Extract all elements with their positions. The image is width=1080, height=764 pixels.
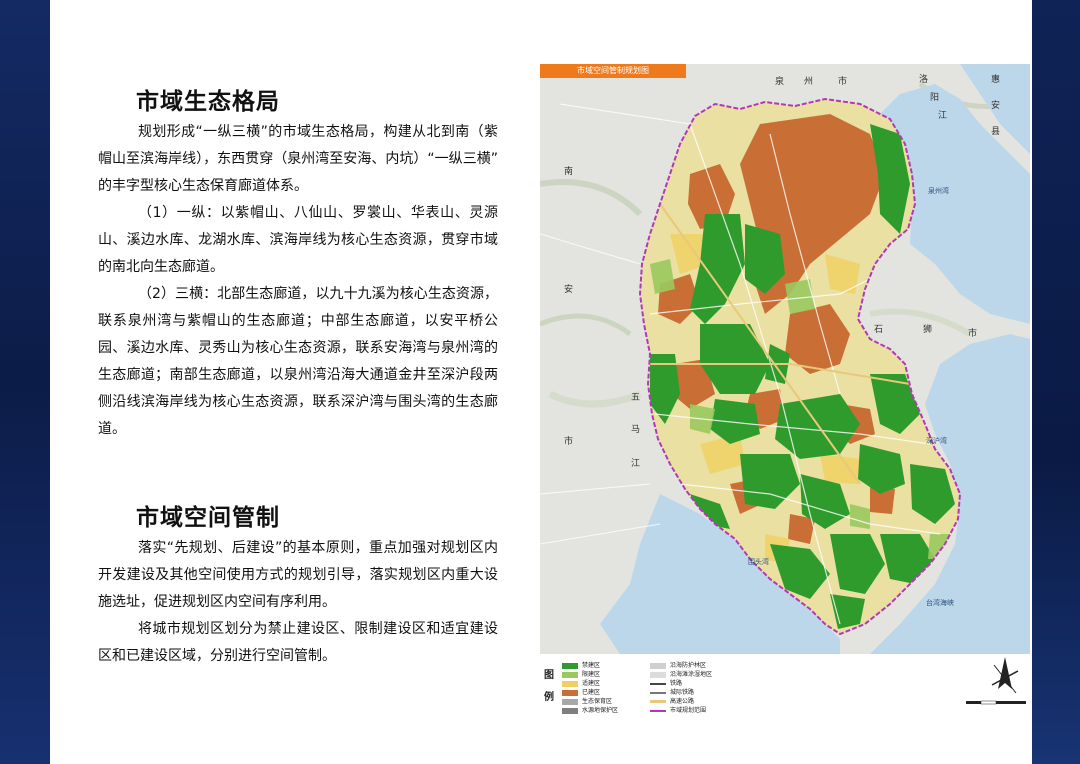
legend-item: 沿海滩涂湿地区 bbox=[650, 671, 712, 679]
map-place-label: 阳 bbox=[930, 93, 940, 103]
legend-swatch bbox=[562, 689, 578, 696]
legend-item: 水源地保护区 bbox=[562, 707, 618, 715]
legend-title-top: 图 bbox=[544, 670, 554, 681]
right-decorative-band bbox=[1032, 0, 1080, 764]
map-place-label: 五 bbox=[631, 393, 641, 403]
legend-label: 生态保育区 bbox=[582, 698, 613, 705]
legend-item: 生态保育区 bbox=[562, 698, 612, 706]
legend-swatch bbox=[650, 662, 666, 669]
legend-item: 沿海防护林区 bbox=[650, 662, 706, 670]
paragraph: 落实“先规划、后建设”的基本原则，重点加强对规划区内开发建设及其他空间使用方式的… bbox=[98, 540, 498, 610]
map-bay-label: 泉州湾 bbox=[928, 187, 949, 195]
legend-item: 限建区 bbox=[562, 671, 600, 679]
legend-item: 适建区 bbox=[562, 680, 600, 688]
legend-swatch bbox=[650, 671, 666, 678]
map-place-label: 惠 bbox=[991, 75, 1001, 85]
section-title-spatial-control: 市域空间管制 bbox=[136, 505, 280, 531]
map-bay-label: 围头湾 bbox=[748, 558, 769, 566]
map-place-label: 狮 bbox=[923, 325, 933, 335]
legend-label: 市域规划范围 bbox=[670, 707, 707, 714]
legend-label: 适建区 bbox=[582, 680, 601, 687]
legend-item: 高速公路 bbox=[650, 698, 694, 706]
paragraph: （2）三横：北部生态廊道，以九十九溪为核心生态资源，联系泉州湾与紫帽山的生态廊道… bbox=[98, 286, 498, 437]
legend-item: 禁建区 bbox=[562, 662, 600, 670]
map-place-label: 洛 bbox=[919, 75, 929, 85]
section-body-spatial-control: 落实“先规划、后建设”的基本原则，重点加强对规划区内开发建设及其他空间使用方式的… bbox=[98, 535, 498, 670]
north-arrow-icon bbox=[991, 657, 1019, 694]
map-place-label: 县 bbox=[991, 127, 1001, 137]
paragraph: 将城市规划区划分为禁止建设区、限制建设区和适宜建设区和已建设区域，分别进行空间管… bbox=[98, 621, 498, 664]
map-place-label: 南 bbox=[564, 167, 574, 177]
map-place-label: 马 bbox=[631, 425, 641, 435]
document-page: 市域生态格局 规划形成“一纵三横”的市域生态格局，构建从北到南（紫帽山至滨海岸线… bbox=[50, 0, 1032, 764]
map-legend: 图 例 禁建区 限建区 适建区 已建区 生态保育区 水源地保护区 沿海防护林区 … bbox=[540, 658, 1030, 718]
map-place-label: 州 bbox=[804, 77, 814, 87]
legend-swatch bbox=[562, 707, 578, 714]
paragraph: （1）一纵：以紫帽山、八仙山、罗裳山、华表山、灵源山、溪边水库、龙湖水库、滨海岸… bbox=[98, 205, 498, 275]
map-place-label: 市 bbox=[838, 77, 848, 87]
map-place-label: 市 bbox=[564, 437, 574, 447]
legend-swatch bbox=[562, 662, 578, 669]
legend-item: 市域规划范围 bbox=[650, 707, 706, 715]
legend-label: 铁路 bbox=[670, 680, 683, 687]
map-title: 市域空间管制规划图 bbox=[540, 64, 686, 78]
legend-label: 水源地保护区 bbox=[582, 707, 619, 714]
legend-swatch bbox=[650, 691, 666, 694]
map-place-label: 市 bbox=[968, 329, 978, 339]
section-title-ecological: 市域生态格局 bbox=[136, 89, 280, 115]
legend-swatch bbox=[650, 682, 666, 685]
legend-label: 已建区 bbox=[582, 689, 601, 696]
legend-swatch bbox=[562, 698, 578, 705]
map-bay-label: 深沪湾 bbox=[926, 437, 947, 445]
paragraph: 规划形成“一纵三横”的市域生态格局，构建从北到南（紫帽山至滨海岸线），东西贯穿（… bbox=[98, 124, 498, 194]
legend-label: 限建区 bbox=[582, 671, 601, 678]
map-place-label: 石 bbox=[874, 325, 884, 335]
legend-title-bottom: 例 bbox=[544, 692, 554, 703]
legend-item: 城际铁路 bbox=[650, 689, 694, 697]
legend-label: 高速公路 bbox=[670, 698, 695, 705]
legend-item: 铁路 bbox=[650, 680, 682, 688]
map-bay-label: 台湾海峡 bbox=[926, 599, 954, 607]
map-place-label: 江 bbox=[631, 459, 641, 469]
legend-label: 禁建区 bbox=[582, 662, 601, 669]
scale-bar-icon bbox=[966, 700, 1026, 705]
map-place-label: 安 bbox=[991, 101, 1001, 111]
legend-swatch bbox=[562, 680, 578, 687]
map-canvas bbox=[540, 64, 1030, 654]
legend-item: 已建区 bbox=[562, 689, 600, 697]
legend-swatch bbox=[650, 709, 666, 712]
map-place-label: 安 bbox=[564, 285, 574, 295]
map-place-label: 泉 bbox=[775, 77, 785, 87]
spatial-control-map: 市域空间管制规划图 泉 州 市 洛 阳 江 惠 安 县 南 安 市 石 狮 市 … bbox=[540, 64, 1030, 654]
map-place-label: 江 bbox=[938, 111, 948, 121]
left-decorative-band bbox=[0, 0, 50, 764]
legend-label: 沿海滩涂湿地区 bbox=[670, 671, 713, 678]
legend-label: 城际铁路 bbox=[670, 689, 695, 696]
section-body-ecological: 规划形成“一纵三横”的市域生态格局，构建从北到南（紫帽山至滨海岸线），东西贯穿（… bbox=[98, 119, 498, 443]
legend-swatch bbox=[562, 671, 578, 678]
legend-label: 沿海防护林区 bbox=[670, 662, 707, 669]
legend-swatch bbox=[650, 700, 666, 703]
